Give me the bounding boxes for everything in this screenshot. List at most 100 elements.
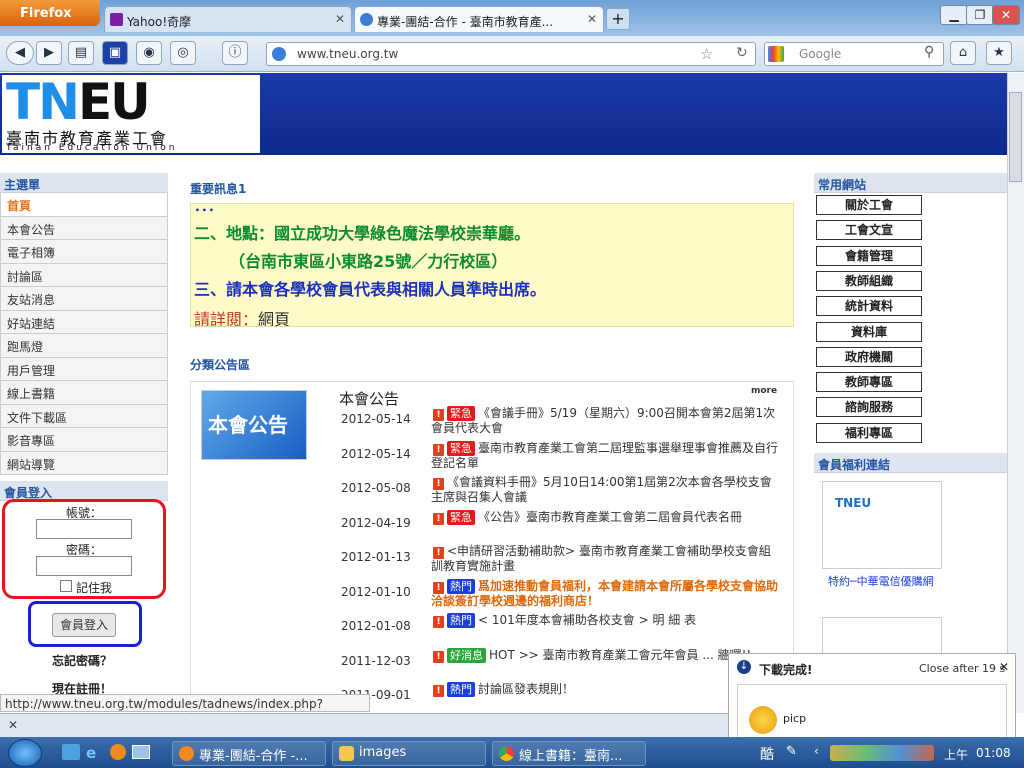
news-date: 2012-05-14 [341, 446, 411, 461]
password-input[interactable] [36, 556, 132, 576]
download-title: 下載完成! [759, 663, 813, 677]
start-button[interactable] [8, 739, 42, 767]
news-title[interactable]: 熱門 爲加速推動會員福利，本會建請本會所屬各學校支會協助洽談簽訂學校週邊的福利商店… [431, 578, 781, 609]
google-icon[interactable] [768, 46, 784, 62]
back-button[interactable]: ◀ [6, 41, 34, 65]
site-identity-icon[interactable] [272, 47, 286, 61]
info-icon[interactable]: ⓘ [222, 41, 248, 65]
news-date: 2011-12-03 [341, 653, 411, 668]
common-site-link[interactable]: 教師組織 [816, 270, 922, 291]
taskbar-item-chrome[interactable]: 線上書籍：臺南... [492, 741, 646, 766]
download-item[interactable] [737, 684, 1007, 742]
maximize-button[interactable]: ❐ [966, 5, 994, 25]
sidebar-item[interactable]: 網站導覽 [0, 451, 168, 475]
firefox-icon[interactable] [110, 744, 126, 760]
home-icon[interactable]: ⌂ [950, 41, 976, 65]
close-window-button[interactable]: ✕ [992, 5, 1020, 25]
sidebar-item[interactable]: 跑馬燈 [0, 334, 168, 358]
news-row[interactable]: 2011-12-03! 好消息 HOT >> 臺南市教育產業工會元年會員 ... 牆… [341, 647, 781, 682]
common-site-link[interactable]: 統計資料 [816, 296, 922, 317]
sidebar-item[interactable]: 友站消息 [0, 287, 168, 311]
forward-button[interactable]: ▶ [36, 41, 62, 65]
news-row[interactable]: 2012-05-14! 緊急 《會議手冊》5/19（星期六）9:00召開本會第2屆第… [341, 406, 781, 440]
welfare-caption-link[interactable]: 特約─中華電信優購網 [828, 573, 934, 589]
news-title[interactable]: 緊急 《會議手冊》5/19（星期六）9:00召開本會第2屆第1次會員代表大會 [431, 406, 781, 436]
account-input[interactable] [36, 519, 132, 539]
firefox-menu-button[interactable]: Firefox [0, 0, 100, 26]
logo-letters: TNEU [6, 73, 151, 131]
news-title[interactable]: 《會議資料手冊》5月10日14:00第1屆第2次本會各學校支會主席與召集人會議 [431, 475, 781, 505]
sidebar-item[interactable]: 線上書籍 [0, 381, 168, 405]
tab-tneu[interactable]: 專業-團結-合作 - 臺南市教育產... ✕ [354, 6, 604, 32]
news-row[interactable]: 2012-01-08! 熱門 < 101年度本會補助各校支會 > 明 細 表 [341, 613, 781, 647]
common-site-link[interactable]: 福利專區 [816, 422, 922, 443]
taskbar-item-firefox[interactable]: 專業-團結-合作 -... [172, 741, 326, 766]
download-close-after: Close after 19 s [919, 662, 1006, 675]
news-title[interactable]: 緊急 臺南市教育產業工會第二屆理監事選舉理事會推薦及自行登記名單 [431, 440, 781, 471]
bookmark-star-icon[interactable]: ☆ [700, 45, 713, 63]
common-site-link[interactable]: 會籍管理 [816, 245, 922, 266]
login-button[interactable]: 會員登入 [52, 613, 116, 637]
taskbar-item-folder[interactable]: images [332, 741, 486, 766]
news-row[interactable]: 2011-09-01! 熱門 討論區發表規則！ [341, 682, 781, 713]
scrollbar-thumb[interactable] [1009, 92, 1022, 182]
common-site-link[interactable]: 資料庫 [816, 321, 922, 342]
forgot-password-link[interactable]: 忘記密碼？ [52, 652, 112, 669]
remember-checkbox[interactable] [60, 580, 72, 592]
bookmarks-icon[interactable]: ★ [986, 41, 1012, 65]
sidebar-item[interactable]: 影音專區 [0, 428, 168, 452]
common-site-link[interactable]: 教師專區 [816, 372, 922, 393]
news-row[interactable]: 2012-05-08! 《會議資料手冊》5月10日14:00第1屆第2次本會各學校… [341, 475, 781, 509]
common-site-link[interactable]: 諮詢服務 [816, 397, 922, 418]
ie-icon[interactable]: e [86, 744, 104, 762]
chat-icon[interactable]: ◉ [136, 41, 162, 65]
pen-icon[interactable]: ✎ [786, 744, 797, 759]
notice-more-link[interactable]: 網頁 [258, 310, 290, 326]
tray-expand-icon[interactable]: ‹ [814, 744, 819, 758]
news-title[interactable]: 熱門 < 101年度本會補助各校支會 > 明 細 表 [431, 613, 781, 628]
news-badge: 好消息 [447, 647, 486, 663]
new-tab-button[interactable]: + [606, 8, 630, 30]
category-image[interactable]: 本會公告 [201, 390, 307, 460]
ime-indicator[interactable]: 酷 [760, 744, 774, 764]
camera-icon[interactable]: ◎ [170, 41, 196, 65]
news-row[interactable]: 2012-01-10! 熱門 爲加速推動會員福利，本會建請本會所屬各學校支會協助洽談… [341, 578, 781, 613]
download-icon: ↓ [737, 660, 751, 674]
site-logo[interactable]: TNEU 臺南市教育產業工會 Tainan Education Union [2, 73, 260, 153]
reload-icon[interactable]: ↻ [736, 45, 748, 61]
sidebar-item[interactable]: 用戶管理 [0, 357, 168, 381]
close-tab-icon[interactable]: ✕ [335, 12, 345, 26]
close-find-icon[interactable]: ✕ [8, 718, 18, 732]
welfare-thumbnail[interactable]: TNEU [822, 481, 942, 569]
common-site-link[interactable]: 工會文宣 [816, 220, 922, 241]
desktop-icon[interactable] [132, 745, 150, 759]
common-site-link[interactable]: 關於工會 [816, 195, 922, 215]
sidebar-item[interactable]: 電子相簿 [0, 240, 168, 264]
tab-yahoo[interactable]: Yahoo!奇摩 ✕ [104, 6, 352, 32]
news-title[interactable]: 緊急 《公告》臺南市教育產業工會第二屆會員代表名冊 [431, 509, 781, 525]
sidebar-item[interactable]: 討論區 [0, 263, 168, 287]
sidebar-item[interactable]: 本會公告 [0, 216, 168, 240]
more-link[interactable]: more [751, 386, 777, 396]
chart-icon[interactable]: ▤ [68, 41, 94, 65]
quicklaunch-icon[interactable] [62, 744, 80, 760]
common-site-link[interactable]: 政府機關 [816, 346, 922, 367]
search-icon[interactable]: ⚲ [924, 44, 934, 60]
news-row[interactable]: 2012-05-14! 緊急 臺南市教育產業工會第二屆理監事選舉理事會推薦及自行登記… [341, 440, 781, 475]
search-input[interactable]: Google [764, 42, 944, 66]
news-row[interactable]: 2012-01-13! <申請研習活動補助款> 臺南市教育產業工會補助學校支會組訓… [341, 544, 781, 578]
addon-icon[interactable]: ▣ [102, 41, 128, 65]
news-badge: 緊急 [447, 406, 475, 421]
news-row[interactable]: 2012-04-19! 緊急 《公告》臺南市教育產業工會第二屆會員代表名冊 [341, 509, 781, 544]
close-tab-icon[interactable]: ✕ [587, 12, 597, 26]
sidebar-item[interactable]: 文件下載區 [0, 404, 168, 428]
notice-more: 請詳閱：網頁 [194, 306, 290, 326]
sidebar-item[interactable]: 首頁 [0, 193, 168, 217]
news-title[interactable]: <申請研習活動補助款> 臺南市教育產業工會補助學校支會組訓教育實施計畫 [431, 544, 781, 574]
close-popup-icon[interactable]: ✕ [999, 660, 1009, 674]
sidebar-item[interactable]: 好站連結 [0, 310, 168, 334]
url-input[interactable]: www.tneu.org.tw [266, 42, 756, 66]
tray-icons[interactable] [830, 745, 934, 761]
clock-time[interactable]: 01:08 [976, 746, 1011, 760]
minimize-button[interactable]: ▁ [940, 5, 968, 25]
